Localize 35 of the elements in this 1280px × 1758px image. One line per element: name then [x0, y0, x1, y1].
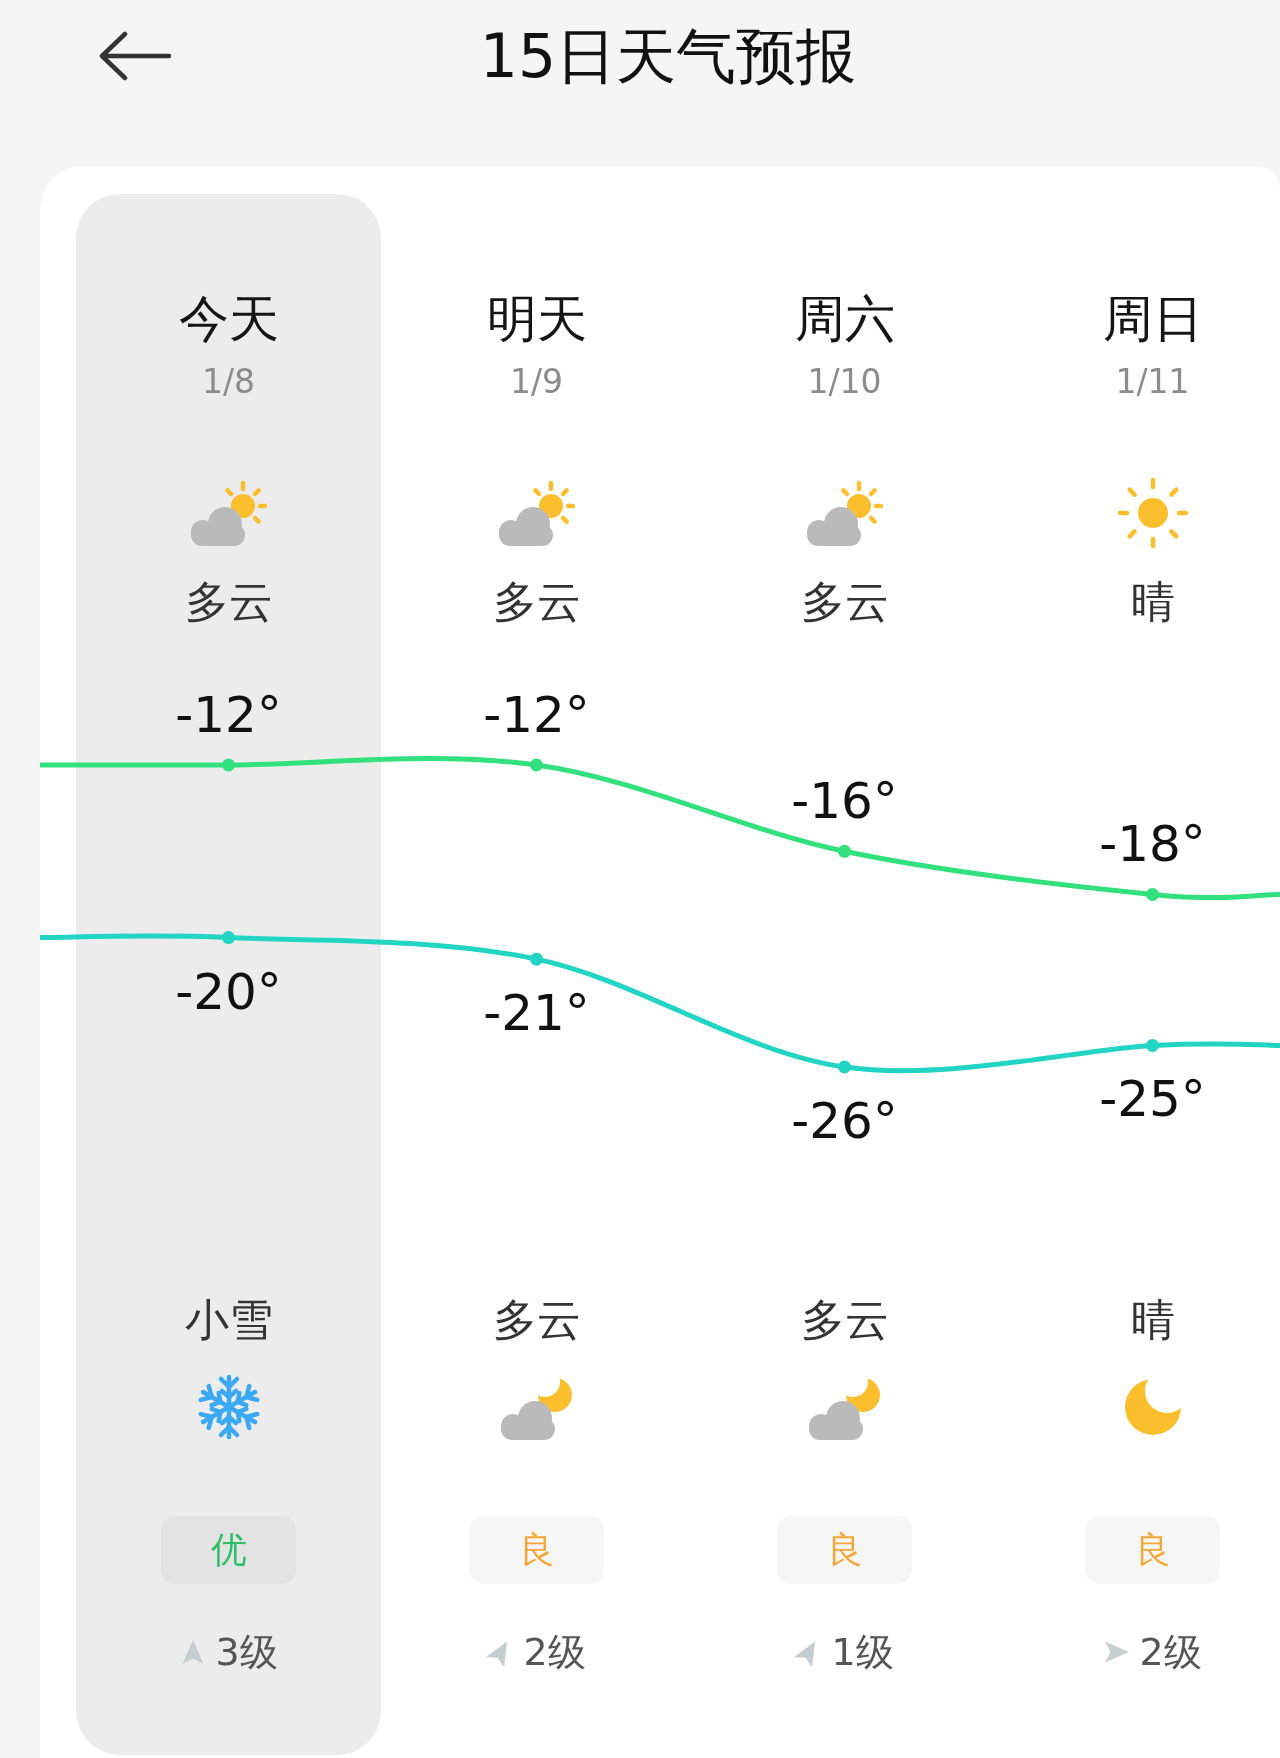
day-condition: 多云 [800, 577, 889, 627]
low-temperature-label: -25° [1099, 1070, 1206, 1129]
night-condition: 晴 [1130, 1295, 1175, 1345]
night-condition: 多云 [492, 1295, 581, 1345]
day-name: 今天 [178, 289, 279, 349]
high-temperature-label: -12° [483, 686, 590, 744]
day-date: 1/11 [1115, 362, 1190, 402]
day-date: 1/10 [807, 362, 882, 402]
air-quality-badge: 良 [1085, 1516, 1220, 1584]
day-name: 明天 [486, 289, 587, 349]
high-temperature-label: -18° [1099, 815, 1206, 874]
wind-level: 2级 [1139, 1629, 1202, 1675]
page-title: 15日天气预报 [479, 20, 857, 92]
wind-level: 2级 [523, 1629, 586, 1675]
day-name: 周日 [1102, 289, 1203, 349]
high-temperature-label: -12° [175, 686, 282, 744]
wind-level: 1级 [831, 1629, 894, 1675]
low-temperature-label: -26° [791, 1092, 898, 1150]
air-quality-badge: 优 [161, 1516, 296, 1584]
day-date: 1/9 [509, 362, 564, 402]
night-condition: 小雪 [184, 1295, 273, 1345]
low-temperature-label: -20° [175, 962, 282, 1021]
day-name: 周六 [794, 289, 895, 349]
night-condition: 多云 [800, 1295, 889, 1345]
air-quality-badge: 良 [469, 1516, 604, 1584]
wind-level: 3级 [215, 1629, 278, 1675]
day-date: 1/8 [201, 362, 256, 402]
high-temperature-label: -16° [791, 772, 898, 831]
low-temperature-label: -21° [483, 984, 590, 1043]
day-condition: 多云 [184, 577, 273, 627]
back-button[interactable] [99, 31, 171, 81]
day-condition: 多云 [492, 577, 581, 627]
day-condition: 晴 [1130, 577, 1175, 627]
air-quality-badge: 良 [777, 1516, 912, 1584]
back-arrow-icon [99, 31, 171, 81]
